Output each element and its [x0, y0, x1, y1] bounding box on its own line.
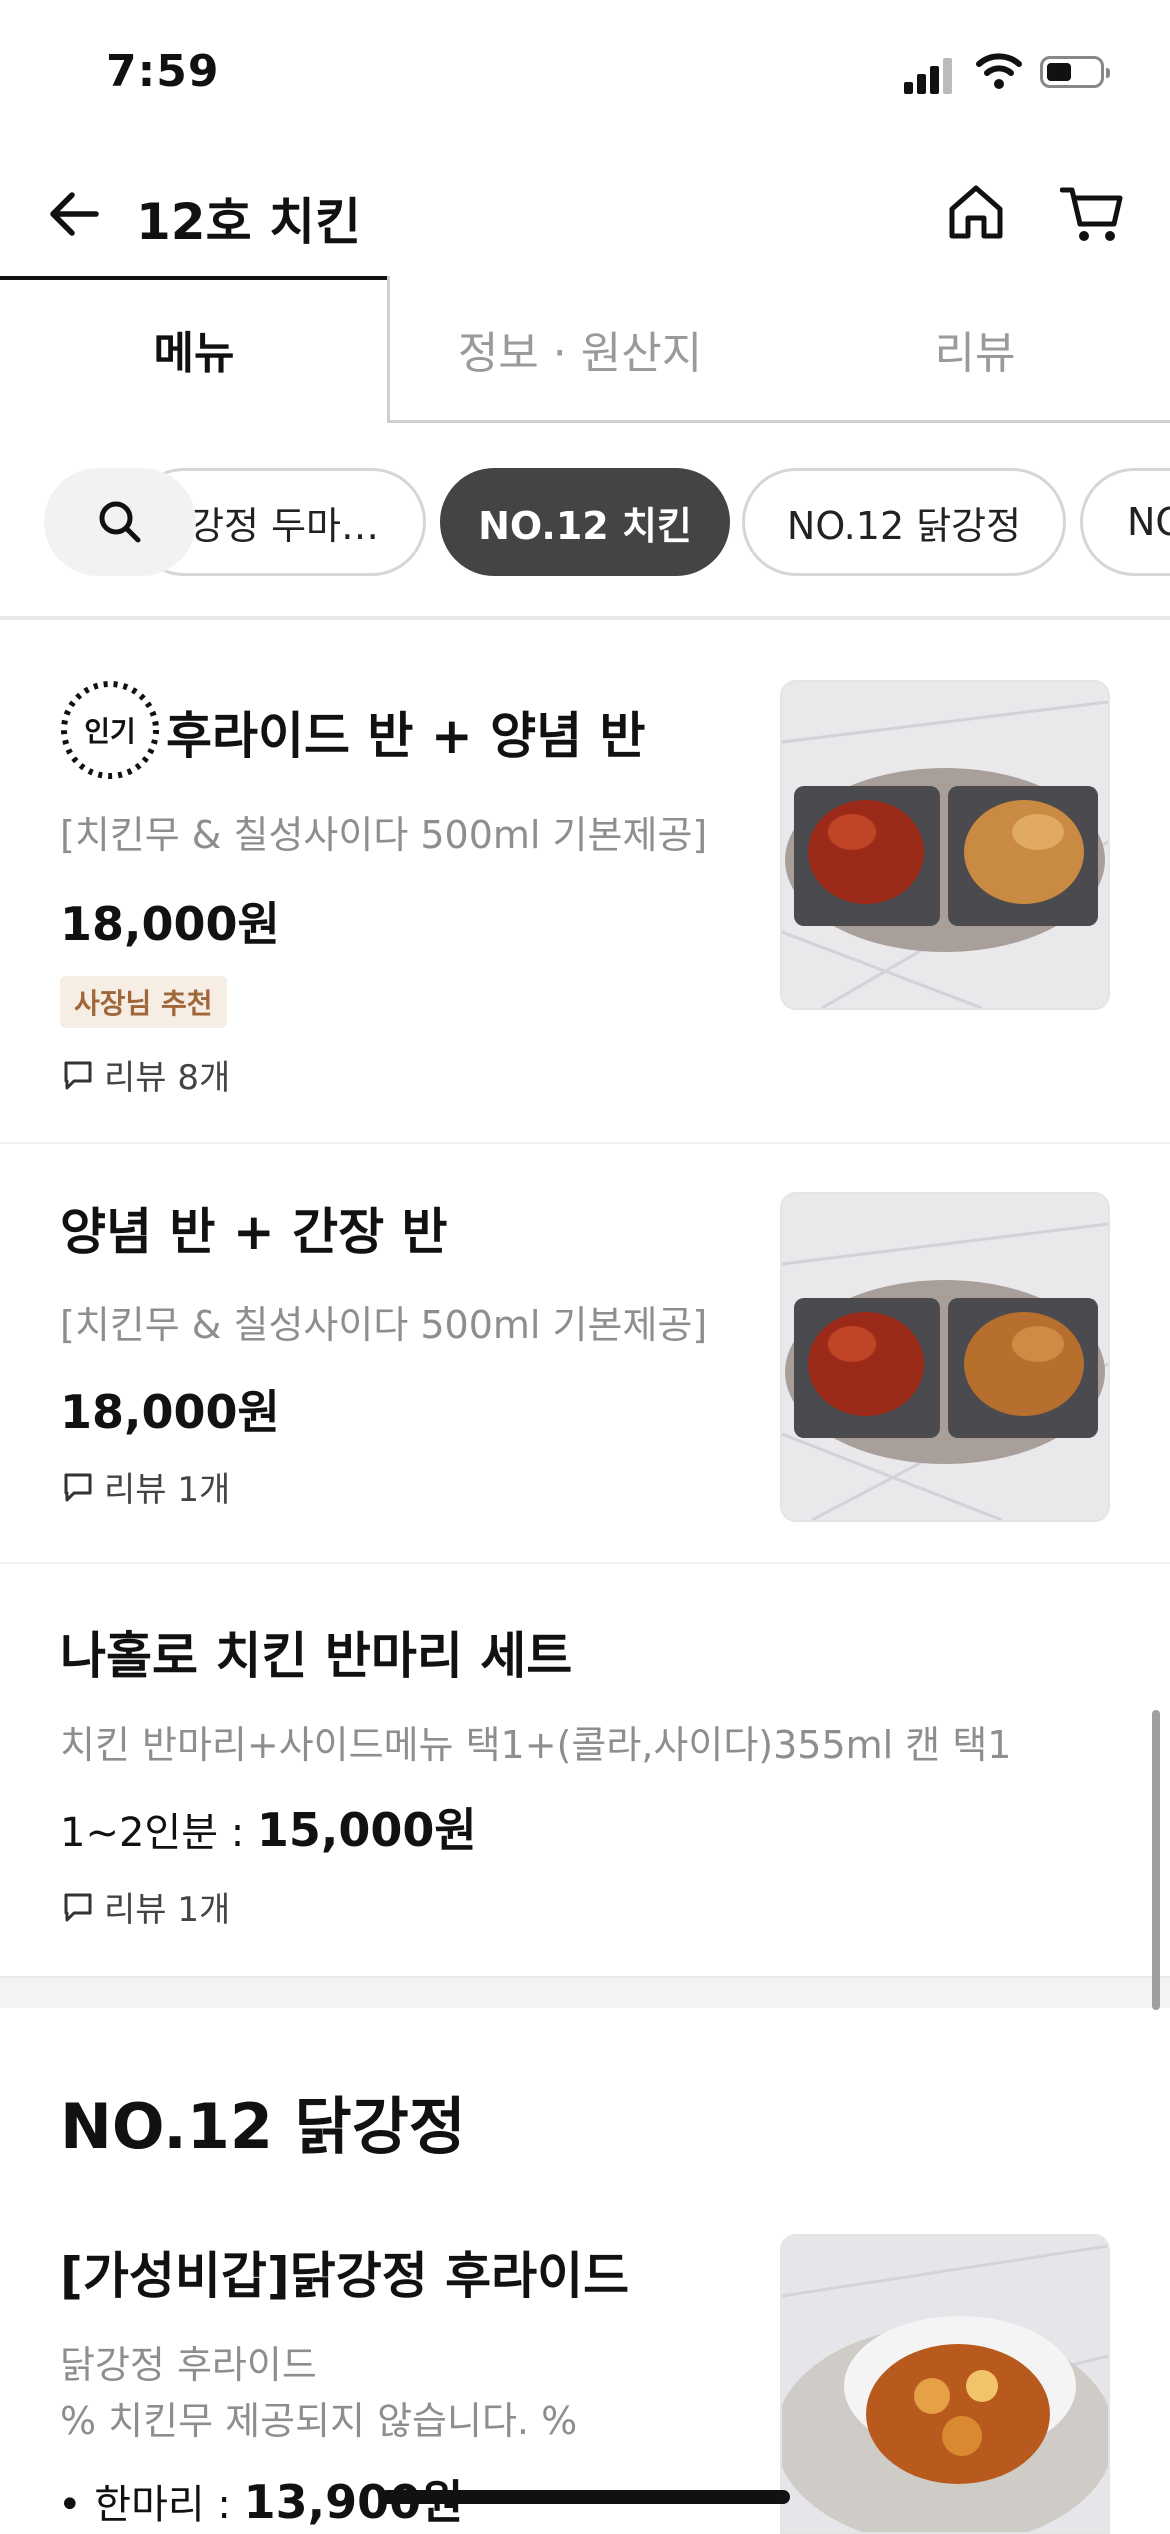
home-icon[interactable] — [946, 182, 1006, 242]
comment-icon — [64, 1473, 92, 1501]
menu-item-description: [치킨무 & 칠성사이다 500ml 기본제공] — [60, 813, 708, 857]
scrollbar[interactable] — [1152, 1710, 1160, 2010]
tab-bar: 메뉴 정보 · 원산지 리뷰 — [0, 276, 1170, 424]
home-indicator — [380, 2490, 790, 2504]
status-time: 7:59 — [106, 46, 220, 97]
chip-category-3[interactable]: NO.12 닭강정 — [742, 468, 1066, 576]
cart-icon[interactable] — [1060, 182, 1124, 246]
comment-icon — [64, 1893, 92, 1921]
section-title: NO.12 닭강정 — [60, 2090, 466, 2163]
search-icon — [99, 501, 141, 543]
review-count: 리뷰 8개 — [62, 1050, 230, 1099]
battery-icon — [1040, 56, 1110, 88]
page-title: 12호 치킨 — [136, 193, 361, 251]
wifi-icon — [976, 53, 1022, 89]
menu-item-card[interactable]: 인기 후라이드 반 + 양념 반 [치킨무 & 칠성사이다 500ml 기본제공… — [0, 632, 1170, 1142]
menu-item-price: 18,000원 — [60, 1385, 280, 1439]
popular-badge-icon: 인기 — [58, 678, 162, 782]
comment-icon — [64, 1061, 92, 1089]
chip-category-4[interactable]: NO — [1080, 468, 1170, 576]
menu-item-description: [치킨무 & 칠성사이다 500ml 기본제공] — [60, 1303, 708, 1347]
menu-item-photo — [780, 680, 1110, 1010]
tab-info-origin[interactable]: 정보 · 원산지 — [390, 276, 770, 422]
menu-search-button[interactable] — [44, 468, 196, 576]
owner-recommend-badge: 사장님 추천 — [60, 976, 227, 1028]
tab-reviews[interactable]: 리뷰 — [780, 276, 1170, 422]
tab-menu[interactable]: 메뉴 — [0, 276, 388, 422]
menu-item-description: 치킨 반마리+사이드메뉴 택1+(콜라,사이다)355ml 캔 택1 — [60, 1723, 1012, 1767]
menu-item-name: 나홀로 치킨 반마리 세트 — [60, 1627, 573, 1685]
menu-item-photo — [780, 1192, 1110, 1522]
cellular-signal-icon — [904, 54, 956, 94]
menu-item-price: 18,000원 — [60, 897, 280, 951]
review-count: 리뷰 1개 — [62, 1882, 230, 1931]
menu-item-name: [가성비갑]닭강정 후라이드 — [60, 2247, 630, 2305]
menu-item-photo — [780, 2234, 1110, 2534]
menu-item-name: 후라이드 반 + 양념 반 — [166, 707, 646, 765]
menu-item-description-note: % 치킨무 제공되지 않습니다. % — [60, 2399, 578, 2443]
back-arrow-icon[interactable] — [46, 186, 102, 242]
category-chip-bar: 닭강정 두마… NO.12 치킨 NO.12 닭강정 NO — [0, 462, 1170, 582]
chip-category-2[interactable]: NO.12 치킨 — [440, 468, 730, 576]
menu-item-card[interactable]: 나홀로 치킨 반마리 세트 치킨 반마리+사이드메뉴 택1+(콜라,사이다)35… — [0, 1564, 1170, 1976]
menu-item-card[interactable]: 양념 반 + 간장 반 [치킨무 & 칠성사이다 500ml 기본제공] 18,… — [0, 1144, 1170, 1562]
menu-item-card[interactable]: [가성비갑]닭강정 후라이드 닭강정 후라이드 % 치킨무 제공되지 않습니다.… — [0, 2210, 1170, 2534]
menu-item-name: 양념 반 + 간장 반 — [60, 1203, 448, 1261]
menu-item-price: 15,000원 — [256, 1803, 477, 1857]
menu-item-price-row: 1~2인분 : 15,000원 — [60, 1803, 477, 1857]
menu-item-description: 닭강정 후라이드 — [60, 2343, 317, 2387]
review-count: 리뷰 1개 — [62, 1462, 230, 1511]
